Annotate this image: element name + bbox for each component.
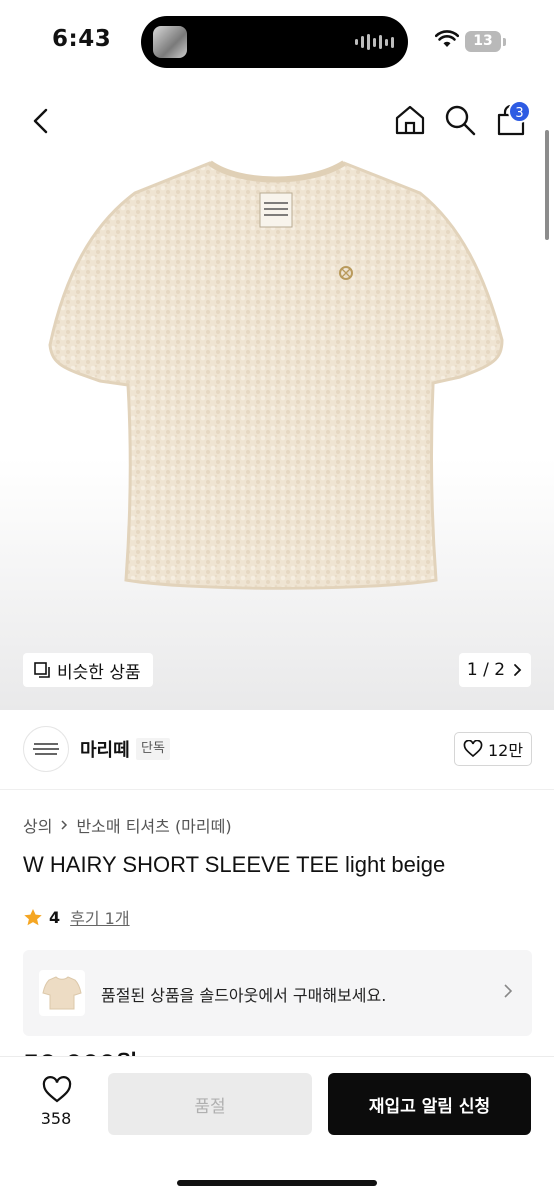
brand-logo-mark bbox=[33, 743, 59, 755]
status-time: 6:43 bbox=[52, 26, 112, 52]
home-indicator bbox=[177, 1180, 377, 1186]
product-title: W HAIRY SHORT SLEEVE TEE light beige bbox=[23, 852, 446, 877]
tee-thumbnail-image bbox=[42, 976, 82, 1010]
gallery-page-label: 1 / 2 bbox=[466, 660, 506, 680]
brand-like-button[interactable]: 12만 bbox=[454, 732, 532, 766]
wifi-icon bbox=[435, 30, 459, 47]
audio-waveform-icon bbox=[355, 34, 394, 50]
status-bar: 6:43 13 bbox=[0, 0, 554, 80]
battery-tip bbox=[503, 38, 506, 46]
cart-count-badge: 3 bbox=[508, 100, 531, 123]
brand-row: 마리떼 단독 12만 bbox=[0, 710, 554, 790]
brand-name[interactable]: 마리떼 bbox=[80, 736, 130, 762]
brand-logo[interactable] bbox=[23, 726, 69, 772]
soldout-button: 품절 bbox=[108, 1073, 312, 1135]
rating-score: 4 bbox=[49, 907, 61, 927]
back-icon[interactable] bbox=[26, 104, 56, 138]
review-count-link[interactable]: 후기 1개 bbox=[70, 905, 129, 929]
breadcrumb-subcategory[interactable]: 반소매 티셔츠 (마리떼) bbox=[76, 813, 231, 837]
dynamic-island bbox=[141, 16, 408, 68]
chevron-right-icon bbox=[61, 820, 68, 830]
soldout-thumbnail bbox=[39, 970, 85, 1016]
similar-products-label: 비슷한 상품 bbox=[57, 662, 141, 683]
exclusive-badge: 단독 bbox=[136, 738, 170, 760]
heart-icon bbox=[463, 740, 483, 758]
breadcrumb: 상의 반소매 티셔츠 (마리떼) bbox=[23, 813, 232, 837]
search-icon[interactable] bbox=[443, 103, 477, 137]
gallery-page-indicator[interactable]: 1 / 2 bbox=[459, 653, 531, 687]
scrollbar bbox=[545, 130, 549, 240]
wishlist-heart-icon[interactable] bbox=[42, 1076, 72, 1104]
product-image bbox=[48, 160, 504, 590]
soldout-banner-text: 품절된 상품을 솔드아웃에서 구매해보세요. bbox=[101, 986, 387, 1005]
soldout-banner[interactable]: 품절된 상품을 솔드아웃에서 구매해보세요. bbox=[23, 950, 532, 1036]
restock-alert-button[interactable]: 재입고 알림 신청 bbox=[328, 1073, 531, 1135]
similar-products-button[interactable]: 비슷한 상품 bbox=[23, 653, 153, 687]
wishlist-count: 358 bbox=[40, 1109, 72, 1128]
rating-row: 4 후기 1개 bbox=[23, 905, 130, 929]
brand-like-count: 12만 bbox=[487, 741, 524, 760]
chevron-right-icon bbox=[504, 984, 513, 998]
chevron-right-icon bbox=[514, 664, 522, 676]
now-playing-artwork bbox=[153, 26, 187, 58]
copy-icon bbox=[34, 662, 50, 678]
star-icon bbox=[24, 908, 42, 925]
home-icon[interactable] bbox=[393, 103, 427, 137]
breadcrumb-category[interactable]: 상의 bbox=[23, 813, 52, 837]
battery-indicator: 13 bbox=[465, 31, 501, 52]
